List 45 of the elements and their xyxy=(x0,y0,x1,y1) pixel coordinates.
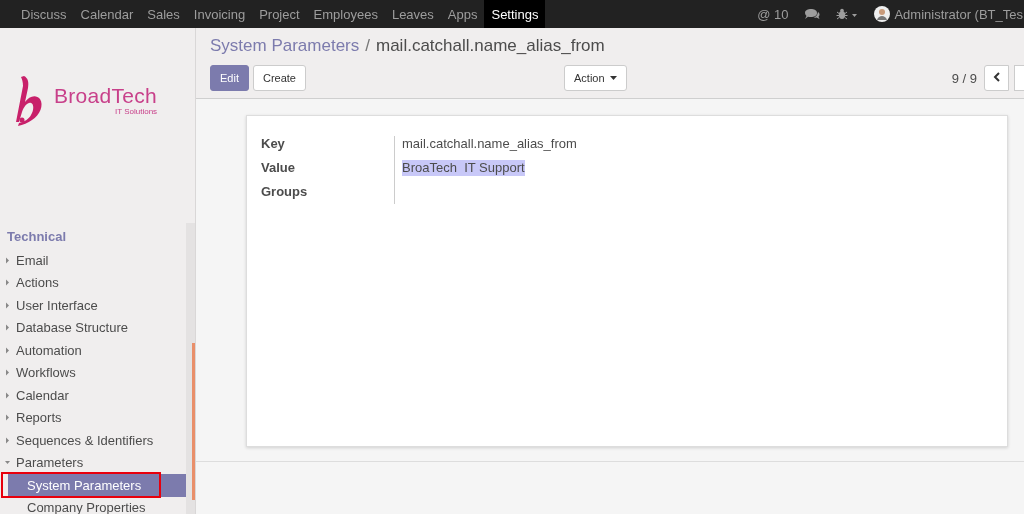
edit-button[interactable]: Edit xyxy=(210,65,249,91)
app-menu-item[interactable]: Leaves xyxy=(384,0,441,28)
menu-item[interactable]: User Interface xyxy=(0,294,186,317)
avatar-icon xyxy=(874,6,891,22)
app-menu-item[interactable]: Sales xyxy=(140,0,187,28)
menu-item[interactable]: Reports xyxy=(0,406,186,429)
record-title: mail.catchall.name_alias_from xyxy=(376,36,605,56)
field-label: Groups xyxy=(261,184,309,200)
scrollbar-track[interactable] xyxy=(186,223,195,514)
app-menu-item[interactable]: Calendar xyxy=(73,0,141,28)
breadcrumb-link[interactable]: System Parameters xyxy=(210,36,360,56)
app-menu-item[interactable]: Settings xyxy=(484,0,546,28)
menu-item[interactable]: Actions xyxy=(0,271,186,294)
app-menu-item[interactable]: Employees xyxy=(306,0,385,28)
action-dropdown[interactable]: Action xyxy=(564,65,627,91)
previous-button[interactable] xyxy=(984,65,1009,91)
chat-icon[interactable] xyxy=(804,8,821,20)
app-menu-item[interactable]: Apps xyxy=(440,0,485,28)
create-button[interactable]: Create xyxy=(252,65,306,91)
menu-item[interactable]: Sequences & Identifiers xyxy=(0,429,186,452)
pager-counter: 9 / 9 xyxy=(951,70,977,86)
menu-item[interactable]: Database Structure xyxy=(0,316,186,339)
user-menu[interactable]: Administrator (BT_Tes xyxy=(894,6,1023,22)
menu-item[interactable]: Calendar xyxy=(0,384,186,407)
app-menu-item[interactable]: Project xyxy=(252,0,307,28)
submenu-item[interactable]: System Parameters xyxy=(8,474,186,497)
menu-item[interactable]: Automation xyxy=(0,339,186,362)
menu-item[interactable]: Email xyxy=(0,249,186,272)
chevron-left-icon xyxy=(993,72,1000,82)
logo-tagline: IT Solutions xyxy=(115,106,158,116)
app-menu-item[interactable]: Invoicing xyxy=(186,0,253,28)
mentions-counter[interactable]: @ 10 xyxy=(749,6,797,22)
caret-icon xyxy=(609,76,617,80)
menu-item[interactable]: Parameters xyxy=(0,451,186,474)
menu-item[interactable]: Workflows xyxy=(0,361,186,384)
logo-name: BroadTech xyxy=(54,84,158,107)
breadcrumb-separator: / xyxy=(365,36,370,56)
field-value: BroaTech IT Support xyxy=(402,160,525,176)
field-label: Value xyxy=(261,160,296,176)
menu-section-title: Technical xyxy=(6,229,66,246)
scrollbar-thumb[interactable] xyxy=(192,343,195,500)
field-value: mail.catchall.name_alias_from xyxy=(402,136,577,152)
bug-icon[interactable] xyxy=(836,8,859,20)
app-menu-item[interactable]: Discuss xyxy=(14,0,74,28)
field-label: Key xyxy=(261,136,286,152)
